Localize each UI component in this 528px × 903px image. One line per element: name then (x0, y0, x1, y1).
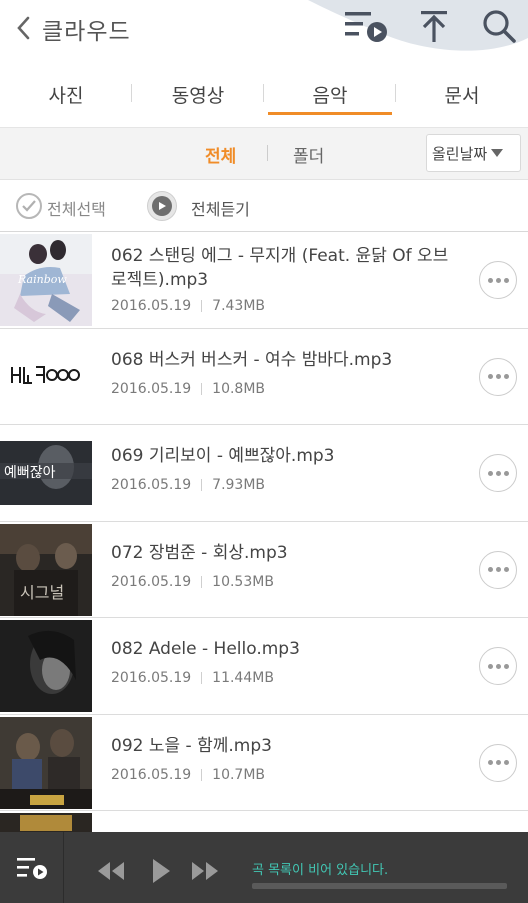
back-icon[interactable] (12, 14, 34, 42)
album-art (0, 620, 92, 712)
track-name: 072 장범준 - 회상.mp3 (111, 542, 288, 563)
filter-all-button[interactable]: 전체 (205, 142, 236, 167)
track-meta: 2016.05.19 11.44MB (111, 670, 274, 686)
play-icon[interactable] (150, 858, 172, 884)
playlist-icon[interactable] (0, 832, 64, 903)
svg-text:Rainbow: Rainbow (17, 273, 67, 286)
tab-label: 동영상 (171, 85, 225, 107)
track-row[interactable]: 시그널 072 장범준 - 회상.mp3 2016.05.19 10.53MB (0, 521, 528, 618)
more-options-icon[interactable] (479, 647, 517, 685)
track-size: 7.93MB (212, 477, 266, 493)
svg-text:시그널: 시그널 (20, 583, 64, 602)
track-row[interactable]: 092 노을 - 함께.mp3 2016.05.19 10.7MB (0, 714, 528, 811)
mini-player: 곡 목록이 비어 있습니다. (0, 832, 528, 903)
select-all-label[interactable]: 전체선택 (47, 196, 106, 220)
tab-photos[interactable]: 사진 (0, 62, 132, 127)
tab-label: 사진 (48, 85, 84, 107)
track-date: 2016.05.19 (111, 573, 192, 590)
track-size: 10.53MB (212, 573, 274, 590)
meta-divider (201, 382, 203, 395)
filter-folder-button[interactable]: 폴더 (293, 142, 324, 167)
meta-divider (201, 479, 203, 491)
track-date: 2016.05.19 (111, 380, 192, 397)
track-name: 092 노을 - 함께.mp3 (111, 735, 272, 756)
meta-divider (201, 672, 203, 684)
app-header: 클라우드 (0, 0, 528, 62)
sort-dropdown[interactable]: 올린날짜 (426, 134, 521, 172)
track-row[interactable]: 예뻐잖아 069 기리보이 - 예쁘잖아.mp3 2016.05.19 7.93… (0, 425, 528, 522)
tab-documents[interactable]: 문서 (396, 62, 528, 127)
progress-bar[interactable] (252, 883, 507, 889)
track-size: 10.8MB (212, 380, 266, 397)
track-date: 2016.05.19 (111, 298, 192, 314)
tab-label: 음악 (312, 85, 348, 107)
svg-text:예뻐잖아: 예뻐잖아 (4, 465, 56, 481)
play-all-label[interactable]: 전체듣기 (191, 196, 250, 220)
play-all-button[interactable] (147, 191, 177, 221)
play-icon (152, 196, 172, 216)
track-meta: 2016.05.19 10.8MB (111, 381, 265, 397)
album-art: Rainbow (0, 234, 92, 326)
track-list: Rainbow 062 스탠딩 에그 - 무지개 (Feat. 윤닭 Of 오브… (0, 232, 528, 832)
select-all-checkbox[interactable] (16, 193, 42, 219)
meta-divider (201, 300, 203, 312)
track-date: 2016.05.19 (111, 477, 192, 493)
track-date: 2016.05.19 (111, 670, 192, 686)
more-options-icon[interactable] (479, 261, 517, 299)
album-art (0, 813, 92, 832)
track-size: 11.44MB (212, 670, 274, 686)
category-tabs: 사진 동영상 음악 문서 (0, 62, 528, 128)
track-name: 082 Adele - Hello.mp3 (111, 639, 300, 659)
rewind-icon[interactable] (96, 858, 126, 884)
filter-divider (267, 145, 268, 161)
playlist-icon[interactable] (343, 6, 389, 46)
album-art (0, 716, 92, 809)
album-art: 시그널 (0, 523, 92, 616)
tab-music[interactable]: 음악 (264, 62, 396, 127)
chevron-down-icon (491, 149, 504, 157)
track-row[interactable]: 082 Adele - Hello.mp3 2016.05.19 11.44MB (0, 618, 528, 715)
selection-bar: 전체선택 전체듣기 (0, 180, 528, 232)
track-row-partial[interactable] (0, 811, 528, 832)
track-size: 7.43MB (212, 298, 266, 314)
upload-icon[interactable] (411, 6, 457, 46)
fast-forward-icon[interactable] (190, 858, 220, 884)
album-art (0, 330, 92, 423)
check-icon (22, 200, 36, 212)
track-name: 062 스탠딩 에그 - 무지개 (Feat. 윤닭 Of 오브로젝트).mp3 (111, 246, 449, 290)
track-meta: 2016.05.19 10.53MB (111, 574, 274, 590)
track-row[interactable]: 068 버스커 버스커 - 여수 밤바다.mp3 2016.05.19 10.8… (0, 328, 528, 425)
meta-divider (201, 575, 203, 588)
more-options-icon[interactable] (479, 550, 517, 589)
track-meta: 2016.05.19 7.93MB (111, 477, 265, 493)
filter-bar: 전체 폴더 올린날짜 (0, 128, 528, 180)
more-options-icon[interactable] (479, 454, 517, 492)
track-date: 2016.05.19 (111, 766, 192, 783)
more-options-icon[interactable] (479, 357, 517, 396)
track-size: 10.7MB (212, 766, 266, 783)
album-art: 예뻐잖아 (0, 427, 92, 519)
meta-divider (201, 768, 203, 781)
track-name: 068 버스커 버스커 - 여수 밤바다.mp3 (111, 349, 393, 370)
track-meta: 2016.05.19 7.43MB (111, 298, 265, 314)
player-status: 곡 목록이 비어 있습니다. (252, 863, 389, 878)
active-tab-indicator (268, 112, 392, 115)
tab-label: 문서 (444, 85, 480, 107)
track-meta: 2016.05.19 10.7MB (111, 767, 265, 783)
tab-videos[interactable]: 동영상 (132, 62, 264, 127)
page-title: 클라우드 (42, 19, 131, 45)
search-icon[interactable] (476, 6, 522, 46)
sort-label: 올린날짜 (432, 144, 488, 163)
track-row[interactable]: Rainbow 062 스탠딩 에그 - 무지개 (Feat. 윤닭 Of 오브… (0, 232, 528, 329)
track-name: 069 기리보이 - 예쁘잖아.mp3 (111, 446, 335, 466)
more-options-icon[interactable] (479, 743, 517, 782)
